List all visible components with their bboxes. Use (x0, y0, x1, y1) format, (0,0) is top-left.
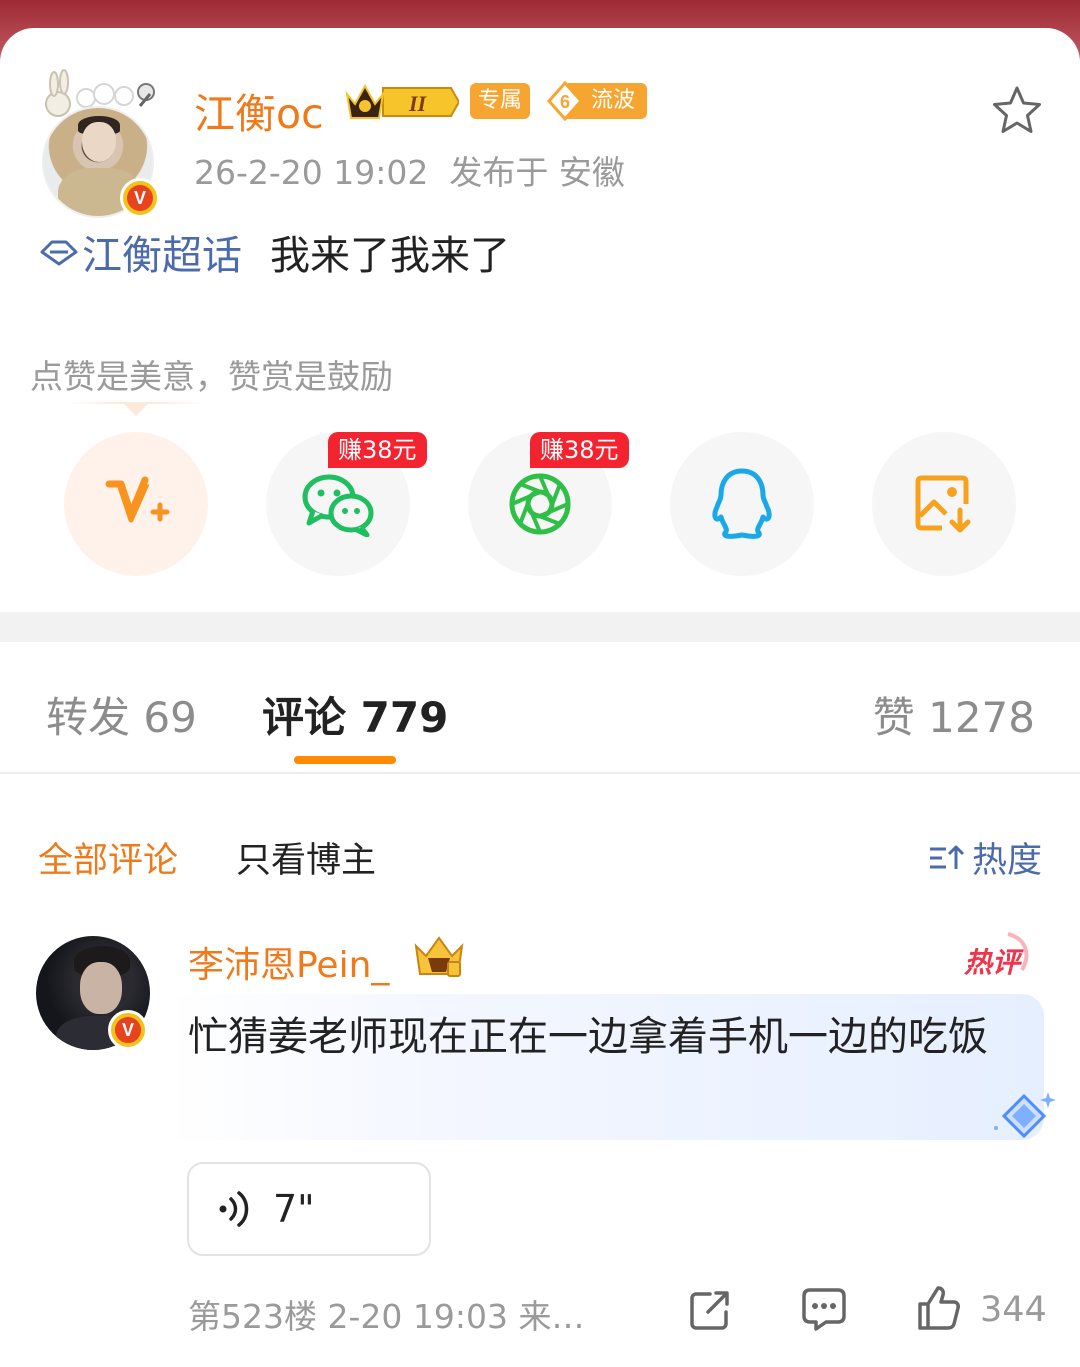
sort-button[interactable]: 热度 (928, 832, 1042, 883)
post-content: 江衡超话 我来了我来了 (38, 224, 510, 280)
filter-all-comments[interactable]: 全部评论 (38, 832, 178, 883)
filter-op-only[interactable]: 只看博主 (236, 832, 376, 883)
svg-text:热评: 热评 (963, 946, 1024, 979)
sort-label: 热度 (971, 841, 1042, 881)
share-qq-button[interactable] (670, 432, 814, 576)
post-sheet: V 江衡oc II 专属 6 流波 26-2-20 19:02 发布于 安徽 江… (0, 28, 1080, 1367)
sort-icon (929, 845, 964, 869)
commenter-crown-badge-icon (414, 936, 464, 977)
reward-tip: 点赞是美意，赞赏是鼓励 (30, 357, 393, 396)
comment-text: 忙猜姜老师现在正在一边拿着手机一边的吃饭 (188, 1014, 988, 1060)
save-image-icon (915, 475, 971, 533)
save-image-button[interactable] (872, 432, 1016, 576)
avatar-face (80, 962, 122, 1014)
author-avatar-wrap[interactable]: V (36, 58, 161, 218)
reward-button[interactable] (64, 432, 208, 576)
comment-reply-icon[interactable] (800, 1286, 848, 1332)
post-text: 我来了我来了 (270, 233, 510, 279)
tip-caret (122, 402, 150, 416)
wechat-icon (302, 474, 374, 537)
commenter-name[interactable]: 李沛恩Pein_ (188, 936, 389, 988)
tab-repost[interactable]: 转发 69 (46, 684, 197, 745)
comment-share-icon[interactable] (688, 1288, 732, 1332)
comment-like-count: 344 (980, 1290, 1047, 1330)
comment-like-icon[interactable] (914, 1284, 962, 1332)
tab-comment[interactable]: 评论 779 (262, 684, 448, 745)
moments-icon (509, 473, 571, 535)
section-divider (0, 612, 1080, 642)
fan-level-label: 流波 (591, 88, 636, 113)
svg-text:6: 6 (560, 92, 570, 112)
earn-tag-wechat: 赚38元 (328, 432, 427, 468)
voice-wave-icon (219, 1191, 249, 1227)
hot-comment-tag: 热评 (963, 932, 1029, 979)
level-diamond-icon: 6 (546, 81, 584, 121)
favorite-star-icon[interactable] (990, 84, 1044, 138)
commenter-verified-badge-icon: V (108, 1010, 148, 1050)
author-name[interactable]: 江衡oc (194, 80, 324, 140)
earn-tag-moments: 赚38元 (530, 432, 629, 468)
vip-crown-badge-icon: II (345, 83, 459, 119)
fan-level-tag: 6 流波 (545, 81, 647, 121)
svg-text:II: II (408, 91, 428, 116)
verified-badge-icon: V (120, 178, 160, 218)
avatar-face (82, 122, 116, 162)
voice-message-button[interactable]: 7" (187, 1162, 431, 1256)
tab-divider (0, 772, 1080, 774)
super-topic-link[interactable]: 江衡超话 (82, 223, 242, 281)
comment-meta: 第523楼 2-20 19:03 来… (188, 1297, 585, 1336)
post-meta: 26-2-20 19:02 发布于 安徽 (194, 153, 625, 192)
reward-icon (105, 476, 170, 523)
voice-length: 7" (273, 1187, 315, 1231)
qq-icon (712, 468, 772, 539)
tab-like[interactable]: 赞 1278 (873, 684, 1035, 745)
exclusive-tag: 专属 (470, 83, 530, 119)
active-tab-indicator (294, 756, 396, 764)
super-topic-icon (40, 240, 78, 266)
diamond-decoration-icon (994, 1092, 1056, 1139)
